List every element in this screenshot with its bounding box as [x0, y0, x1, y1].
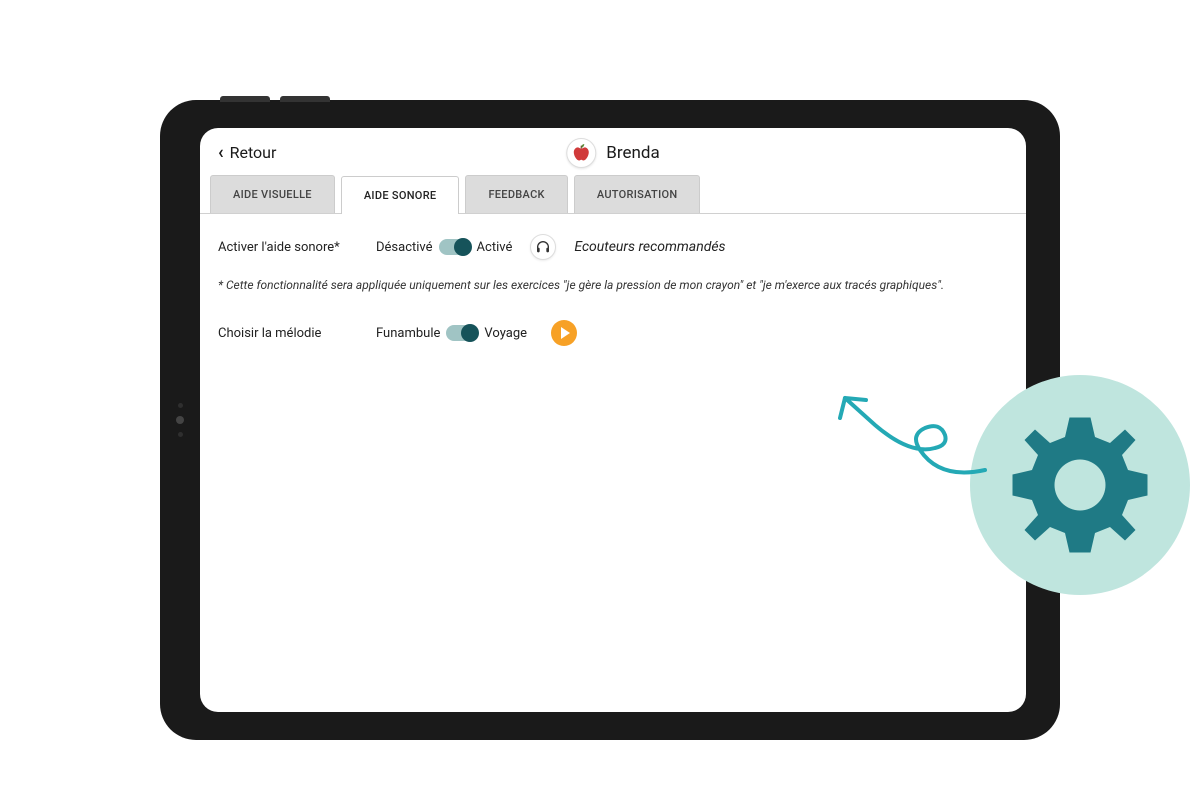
headphones-icon	[535, 239, 551, 255]
tablet-camera-cluster	[176, 403, 184, 437]
melody-option-b: Voyage	[484, 326, 527, 341]
tabs-bar: AIDE VISUELLE AIDE SONORE FEEDBACK AUTOR…	[200, 175, 1026, 214]
headphones-recommended-text: Ecouteurs recommandés	[574, 239, 725, 255]
back-label: Retour	[230, 143, 277, 162]
melody-option-a: Funambule	[376, 326, 440, 341]
tab-aide-visuelle[interactable]: AIDE VISUELLE	[210, 175, 335, 213]
toggle-on-label: Activé	[477, 240, 513, 255]
melody-row: Choisir la mélodie Funambule Voyage	[218, 320, 1008, 346]
back-button[interactable]: ‹ Retour	[218, 142, 276, 163]
profile-name: Brenda	[606, 143, 659, 163]
melody-toggle[interactable]	[446, 325, 478, 341]
tab-content: Activer l'aide sonore* Désactivé Activé	[200, 214, 1026, 384]
apple-icon	[572, 144, 590, 162]
headphones-badge	[530, 234, 556, 260]
enable-sound-aid-toggle-group: Désactivé Activé	[376, 239, 512, 255]
decorative-arrow-icon	[820, 380, 1000, 490]
enable-sound-aid-row: Activer l'aide sonore* Désactivé Activé	[218, 234, 1008, 260]
melody-toggle-group: Funambule Voyage	[376, 325, 527, 341]
decorative-gear-badge	[970, 375, 1190, 595]
enable-sound-aid-label: Activer l'aide sonore*	[218, 240, 358, 255]
gear-icon	[1005, 410, 1155, 560]
profile-display: Brenda	[566, 138, 659, 168]
tablet-hardware-buttons	[220, 96, 330, 102]
play-melody-button[interactable]	[551, 320, 577, 346]
enable-sound-aid-toggle[interactable]	[439, 239, 471, 255]
toggle-off-label: Désactivé	[376, 240, 433, 255]
app-header: ‹ Retour Brenda	[200, 128, 1026, 175]
melody-label: Choisir la mélodie	[218, 326, 358, 341]
tab-feedback[interactable]: FEEDBACK	[465, 175, 567, 213]
profile-avatar	[566, 138, 596, 168]
tab-autorisation[interactable]: AUTORISATION	[574, 175, 701, 213]
play-icon	[561, 327, 570, 339]
chevron-left-icon: ‹	[218, 142, 224, 163]
sound-aid-note: * Cette fonctionnalité sera appliquée un…	[218, 278, 1008, 292]
tab-aide-sonore[interactable]: AIDE SONORE	[341, 176, 460, 214]
